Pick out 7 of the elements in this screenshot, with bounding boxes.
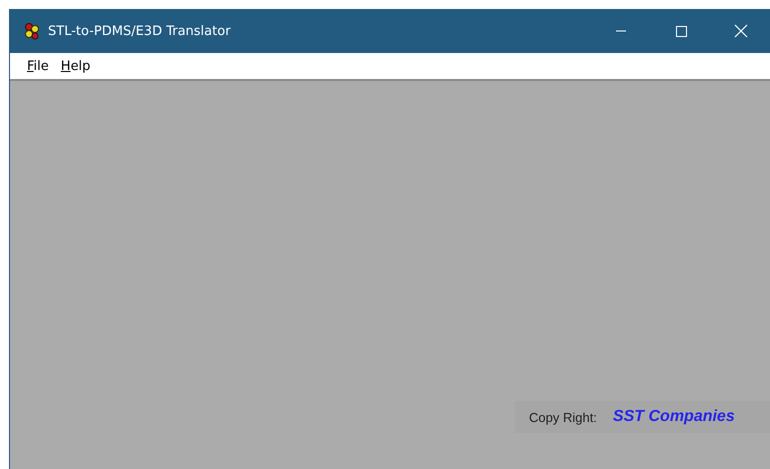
menu-item[interactable]: Help <box>58 58 94 74</box>
close-icon <box>734 24 748 38</box>
company-name: SST Companies <box>612 408 735 426</box>
window-title: STL-to-PDMS/E3D Translator <box>48 24 232 38</box>
maximize-icon <box>675 25 687 37</box>
menu-item[interactable]: File <box>24 58 52 74</box>
copyright-label: Copy Right: <box>529 410 597 424</box>
